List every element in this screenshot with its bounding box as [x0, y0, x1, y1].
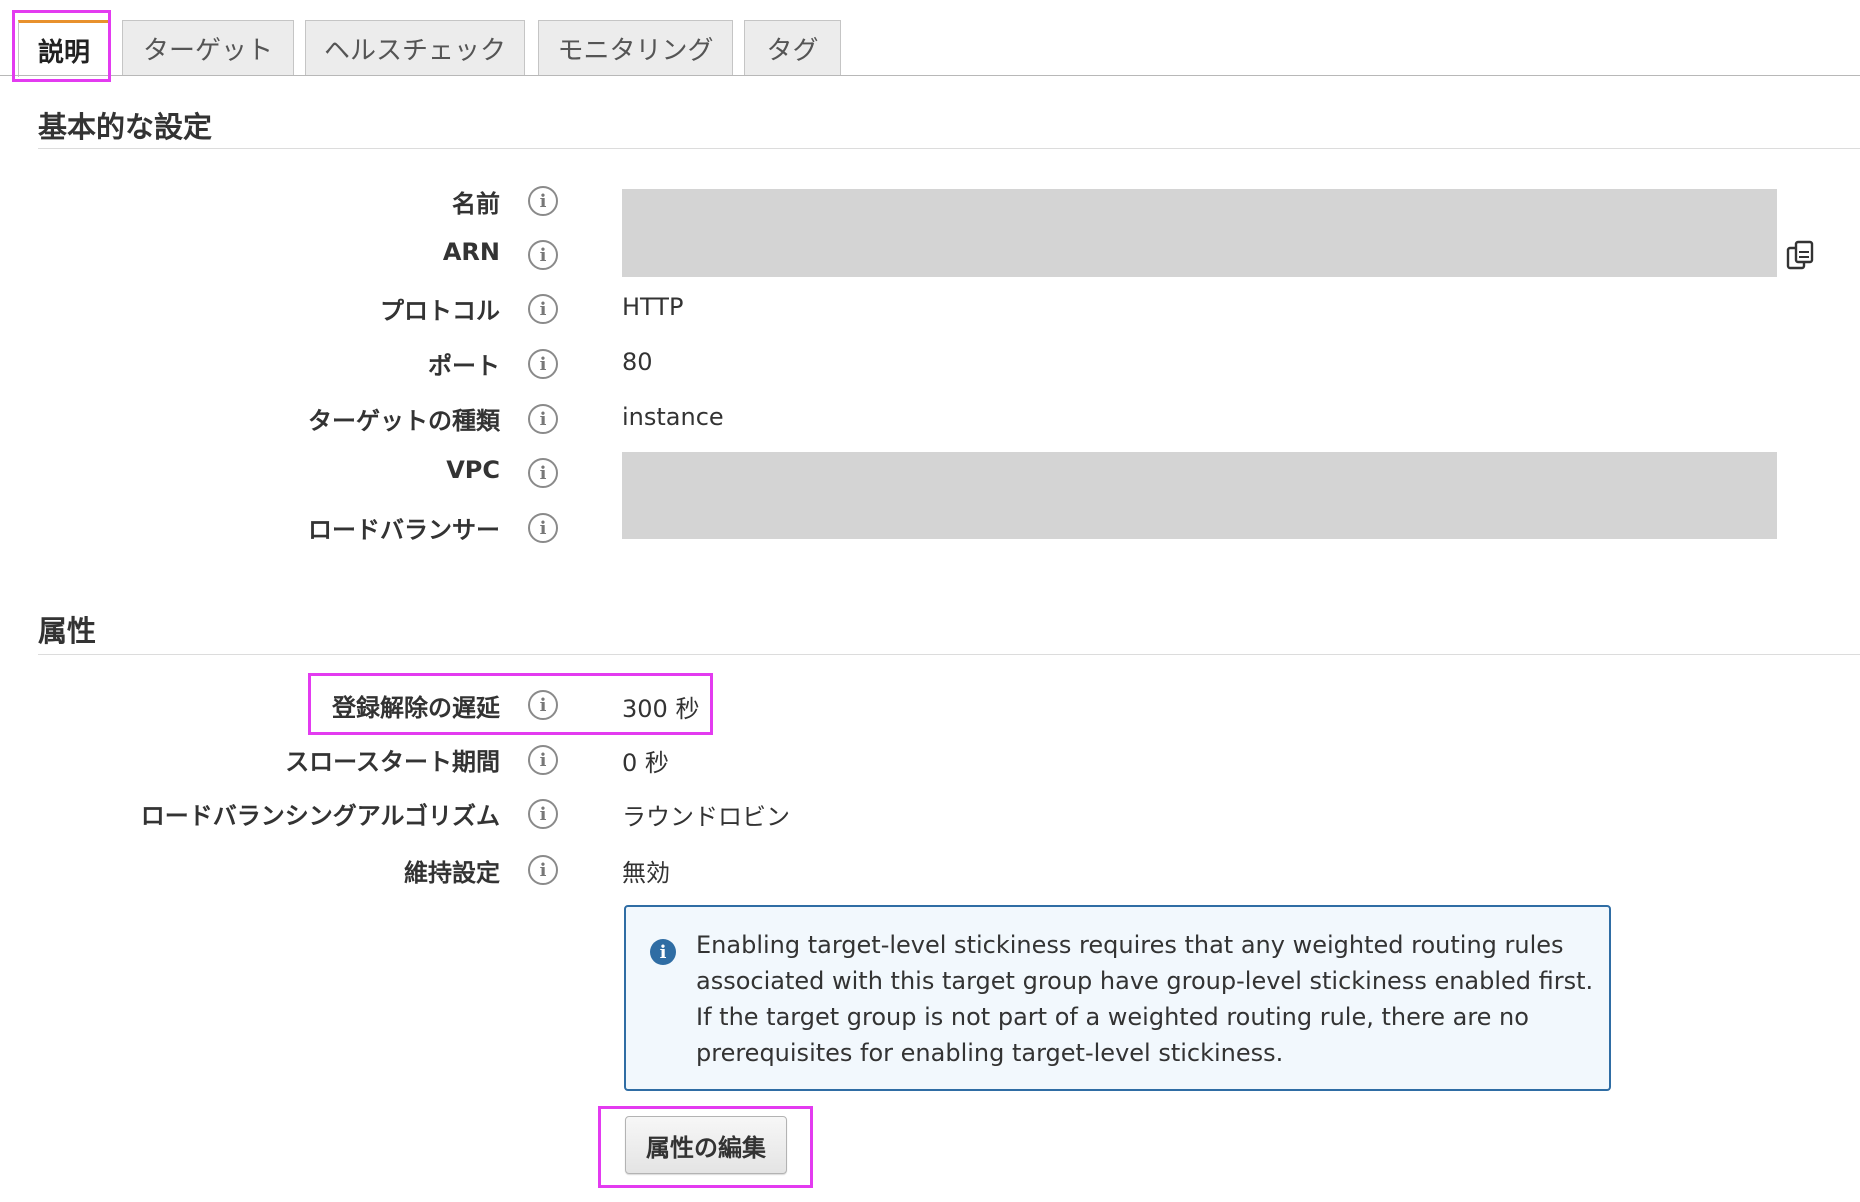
- stickiness-info-notice: i Enabling target-level stickiness requi…: [624, 905, 1611, 1091]
- section-divider: [38, 654, 1860, 655]
- label-deregistration-delay: 登録解除の遅延: [332, 694, 500, 722]
- redacted-vpc-lb: [622, 452, 1777, 539]
- label-lb-algorithm: ロードバランシングアルゴリズム: [140, 802, 500, 830]
- info-icon[interactable]: i: [528, 186, 558, 216]
- label-vpc: VPC: [446, 456, 500, 484]
- tab-monitoring[interactable]: モニタリング: [538, 20, 733, 75]
- label-load-balancer: ロードバランサー: [308, 516, 500, 544]
- info-circle-icon: i: [650, 939, 676, 965]
- label-name: 名前: [452, 190, 500, 218]
- label-slow-start: スロースタート期間: [285, 748, 500, 776]
- info-icon[interactable]: i: [528, 855, 558, 885]
- info-icon[interactable]: i: [528, 458, 558, 488]
- info-icon[interactable]: i: [528, 690, 558, 720]
- copy-icon[interactable]: [1786, 240, 1816, 272]
- label-target-type: ターゲットの種類: [308, 407, 500, 435]
- tab-bar: 説明 ターゲット ヘルスチェック モニタリング タグ: [0, 0, 1860, 77]
- edit-attributes-button[interactable]: 属性の編集: [625, 1116, 787, 1174]
- value-target-type: instance: [622, 403, 724, 431]
- label-port: ポート: [428, 352, 500, 380]
- tab-health-check[interactable]: ヘルスチェック: [305, 20, 525, 75]
- value-slow-start: 0 秒: [622, 749, 669, 777]
- tab-divider: [0, 75, 1860, 76]
- info-icon[interactable]: i: [528, 349, 558, 379]
- tab-description[interactable]: 説明: [18, 20, 110, 77]
- info-icon[interactable]: i: [528, 513, 558, 543]
- value-deregistration-delay: 300 秒: [622, 695, 700, 723]
- info-icon[interactable]: i: [528, 799, 558, 829]
- value-stickiness: 無効: [622, 859, 670, 887]
- info-icon[interactable]: i: [528, 745, 558, 775]
- info-icon[interactable]: i: [528, 240, 558, 270]
- info-icon[interactable]: i: [528, 404, 558, 434]
- section-title-basic: 基本的な設定: [38, 110, 213, 144]
- label-stickiness: 維持設定: [404, 859, 500, 887]
- section-title-attributes: 属性: [38, 614, 97, 648]
- notice-text: Enabling target-level stickiness require…: [696, 931, 1594, 1067]
- tab-tags[interactable]: タグ: [744, 20, 841, 75]
- redacted-name-arn: [622, 189, 1777, 277]
- label-arn: ARN: [442, 238, 500, 266]
- value-port: 80: [622, 348, 653, 376]
- section-divider: [38, 148, 1860, 149]
- value-lb-algorithm: ラウンドロビン: [622, 803, 790, 831]
- tab-targets[interactable]: ターゲット: [122, 20, 294, 75]
- info-icon[interactable]: i: [528, 294, 558, 324]
- value-protocol: HTTP: [622, 293, 684, 321]
- label-protocol: プロトコル: [380, 297, 500, 325]
